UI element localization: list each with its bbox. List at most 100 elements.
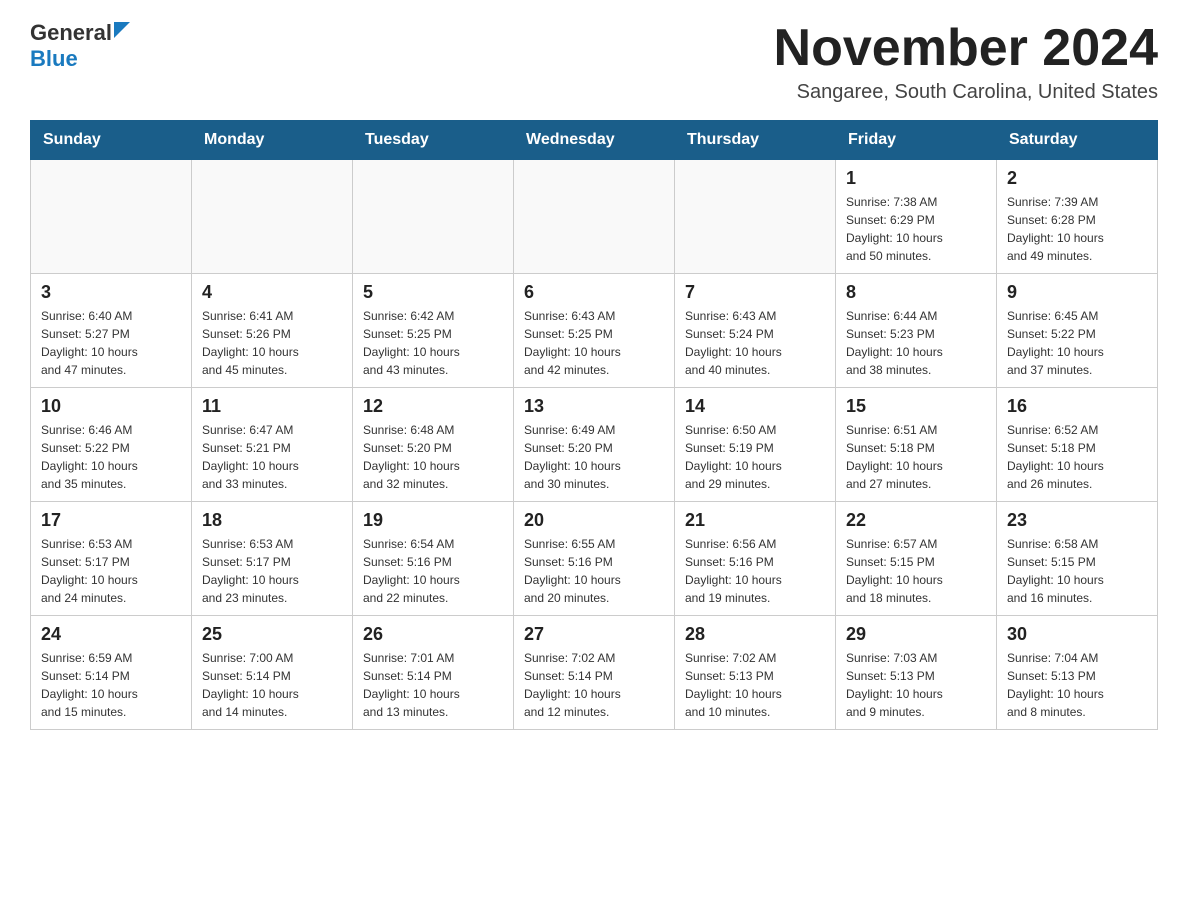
day-info: Sunrise: 6:48 AMSunset: 5:20 PMDaylight:… (363, 421, 503, 493)
calendar-cell: 15 Sunrise: 6:51 AMSunset: 5:18 PMDayligh… (836, 388, 997, 502)
day-number: 28 (685, 624, 825, 645)
day-number: 15 (846, 396, 986, 417)
header-thursday: Thursday (675, 121, 836, 160)
calendar-title: November 2024 (774, 20, 1158, 77)
day-number: 1 (846, 168, 986, 189)
day-number: 23 (1007, 510, 1147, 531)
day-number: 2 (1007, 168, 1147, 189)
day-number: 14 (685, 396, 825, 417)
calendar-body: 1 Sunrise: 7:38 AMSunset: 6:29 PMDaylight… (31, 160, 1158, 730)
day-info: Sunrise: 7:00 AMSunset: 5:14 PMDaylight:… (202, 649, 342, 721)
calendar-cell (31, 160, 192, 274)
day-number: 8 (846, 282, 986, 303)
day-info: Sunrise: 6:49 AMSunset: 5:20 PMDaylight:… (524, 421, 664, 493)
day-info: Sunrise: 6:53 AMSunset: 5:17 PMDaylight:… (41, 535, 181, 607)
calendar-cell (675, 160, 836, 274)
day-info: Sunrise: 6:47 AMSunset: 5:21 PMDaylight:… (202, 421, 342, 493)
day-number: 22 (846, 510, 986, 531)
calendar-cell: 17Sunrise: 6:53 AMSunset: 5:17 PMDayligh… (31, 502, 192, 616)
day-number: 11 (202, 396, 342, 417)
week-row-2: 3 Sunrise: 6:40 AMSunset: 5:27 PMDaylight… (31, 274, 1158, 388)
header-monday: Monday (192, 121, 353, 160)
day-info: Sunrise: 6:43 AMSunset: 5:25 PMDaylight:… (524, 307, 664, 379)
day-info: Sunrise: 6:40 AMSunset: 5:27 PMDaylight:… (41, 307, 181, 379)
day-info: Sunrise: 6:56 AMSunset: 5:16 PMDaylight:… (685, 535, 825, 607)
calendar-cell: 10 Sunrise: 6:46 AMSunset: 5:22 PMDayligh… (31, 388, 192, 502)
calendar-cell: 14 Sunrise: 6:50 AMSunset: 5:19 PMDayligh… (675, 388, 836, 502)
day-number: 12 (363, 396, 503, 417)
calendar-cell (353, 160, 514, 274)
day-info: Sunrise: 7:02 AMSunset: 5:13 PMDaylight:… (685, 649, 825, 721)
day-number: 26 (363, 624, 503, 645)
calendar-cell: 16 Sunrise: 6:52 AMSunset: 5:18 PMDayligh… (997, 388, 1158, 502)
calendar-cell: 3 Sunrise: 6:40 AMSunset: 5:27 PMDaylight… (31, 274, 192, 388)
calendar-cell: 2 Sunrise: 7:39 AMSunset: 6:28 PMDaylight… (997, 160, 1158, 274)
calendar-cell: 12 Sunrise: 6:48 AMSunset: 5:20 PMDayligh… (353, 388, 514, 502)
day-info: Sunrise: 6:46 AMSunset: 5:22 PMDaylight:… (41, 421, 181, 493)
day-number: 4 (202, 282, 342, 303)
logo-general-text: General (30, 20, 112, 46)
day-info: Sunrise: 7:38 AMSunset: 6:29 PMDaylight:… (846, 193, 986, 265)
header-saturday: Saturday (997, 121, 1158, 160)
day-info: Sunrise: 6:52 AMSunset: 5:18 PMDaylight:… (1007, 421, 1147, 493)
week-row-4: 17Sunrise: 6:53 AMSunset: 5:17 PMDayligh… (31, 502, 1158, 616)
header-wednesday: Wednesday (514, 121, 675, 160)
day-number: 19 (363, 510, 503, 531)
header-friday: Friday (836, 121, 997, 160)
title-area: November 2024 Sangaree, South Carolina, … (774, 20, 1158, 104)
day-info: Sunrise: 6:50 AMSunset: 5:19 PMDaylight:… (685, 421, 825, 493)
day-number: 20 (524, 510, 664, 531)
calendar-cell (192, 160, 353, 274)
day-number: 21 (685, 510, 825, 531)
day-number: 16 (1007, 396, 1147, 417)
calendar-cell: 23 Sunrise: 6:58 AMSunset: 5:15 PMDayligh… (997, 502, 1158, 616)
day-number: 7 (685, 282, 825, 303)
day-info: Sunrise: 6:43 AMSunset: 5:24 PMDaylight:… (685, 307, 825, 379)
day-info: Sunrise: 6:54 AMSunset: 5:16 PMDaylight:… (363, 535, 503, 607)
week-row-5: 24 Sunrise: 6:59 AMSunset: 5:14 PMDayligh… (31, 616, 1158, 730)
calendar-cell: 27Sunrise: 7:02 AMSunset: 5:14 PMDayligh… (514, 616, 675, 730)
day-info: Sunrise: 7:04 AMSunset: 5:13 PMDaylight:… (1007, 649, 1147, 721)
day-info: Sunrise: 6:53 AMSunset: 5:17 PMDaylight:… (202, 535, 342, 607)
calendar-cell: 4Sunrise: 6:41 AMSunset: 5:26 PMDaylight… (192, 274, 353, 388)
calendar-cell: 25 Sunrise: 7:00 AMSunset: 5:14 PMDayligh… (192, 616, 353, 730)
calendar-cell: 20 Sunrise: 6:55 AMSunset: 5:16 PMDayligh… (514, 502, 675, 616)
day-number: 27 (524, 624, 664, 645)
day-number: 25 (202, 624, 342, 645)
day-info: Sunrise: 6:55 AMSunset: 5:16 PMDaylight:… (524, 535, 664, 607)
week-row-1: 1 Sunrise: 7:38 AMSunset: 6:29 PMDaylight… (31, 160, 1158, 274)
calendar-cell: 7 Sunrise: 6:43 AMSunset: 5:24 PMDaylight… (675, 274, 836, 388)
day-number: 24 (41, 624, 181, 645)
calendar-cell: 29Sunrise: 7:03 AMSunset: 5:13 PMDayligh… (836, 616, 997, 730)
day-info: Sunrise: 6:59 AMSunset: 5:14 PMDaylight:… (41, 649, 181, 721)
calendar-cell: 13Sunrise: 6:49 AMSunset: 5:20 PMDayligh… (514, 388, 675, 502)
day-info: Sunrise: 6:51 AMSunset: 5:18 PMDaylight:… (846, 421, 986, 493)
day-number: 6 (524, 282, 664, 303)
day-number: 3 (41, 282, 181, 303)
day-info: Sunrise: 6:42 AMSunset: 5:25 PMDaylight:… (363, 307, 503, 379)
calendar-cell: 9 Sunrise: 6:45 AMSunset: 5:22 PMDaylight… (997, 274, 1158, 388)
day-number: 9 (1007, 282, 1147, 303)
page-header: General Blue November 2024 Sangaree, Sou… (30, 20, 1158, 104)
calendar-cell: 22Sunrise: 6:57 AMSunset: 5:15 PMDayligh… (836, 502, 997, 616)
day-number: 18 (202, 510, 342, 531)
day-info: Sunrise: 6:44 AMSunset: 5:23 PMDaylight:… (846, 307, 986, 379)
day-info: Sunrise: 7:01 AMSunset: 5:14 PMDaylight:… (363, 649, 503, 721)
calendar-cell: 28 Sunrise: 7:02 AMSunset: 5:13 PMDayligh… (675, 616, 836, 730)
logo-arrow-icon (114, 22, 130, 38)
day-number: 10 (41, 396, 181, 417)
day-info: Sunrise: 7:03 AMSunset: 5:13 PMDaylight:… (846, 649, 986, 721)
day-info: Sunrise: 6:58 AMSunset: 5:15 PMDaylight:… (1007, 535, 1147, 607)
calendar-cell: 19 Sunrise: 6:54 AMSunset: 5:16 PMDayligh… (353, 502, 514, 616)
calendar-cell: 30Sunrise: 7:04 AMSunset: 5:13 PMDayligh… (997, 616, 1158, 730)
calendar-cell: 11 Sunrise: 6:47 AMSunset: 5:21 PMDayligh… (192, 388, 353, 502)
calendar-cell: 8 Sunrise: 6:44 AMSunset: 5:23 PMDaylight… (836, 274, 997, 388)
calendar-cell: 21 Sunrise: 6:56 AMSunset: 5:16 PMDayligh… (675, 502, 836, 616)
calendar-cell: 24 Sunrise: 6:59 AMSunset: 5:14 PMDayligh… (31, 616, 192, 730)
calendar-cell (514, 160, 675, 274)
calendar-cell: 6 Sunrise: 6:43 AMSunset: 5:25 PMDaylight… (514, 274, 675, 388)
calendar-subtitle: Sangaree, South Carolina, United States (774, 81, 1158, 104)
day-info: Sunrise: 7:39 AMSunset: 6:28 PMDaylight:… (1007, 193, 1147, 265)
calendar-table: SundayMondayTuesdayWednesdayThursdayFrid… (30, 120, 1158, 730)
day-info: Sunrise: 6:45 AMSunset: 5:22 PMDaylight:… (1007, 307, 1147, 379)
